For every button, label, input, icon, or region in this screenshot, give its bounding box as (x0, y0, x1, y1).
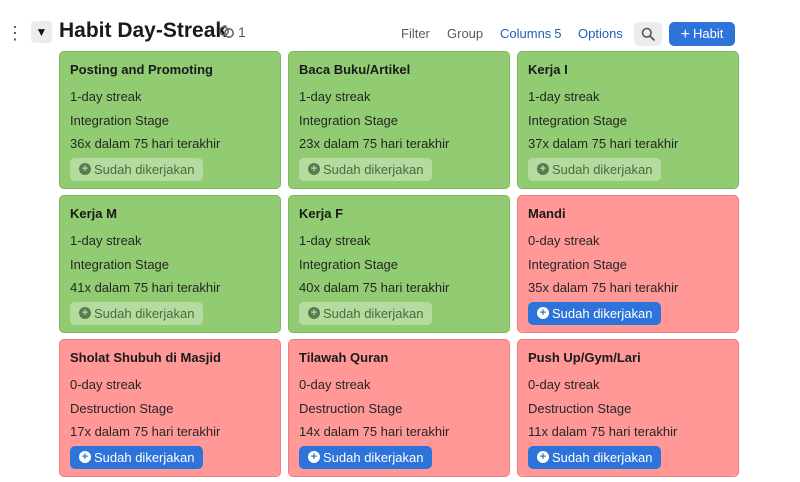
mark-done-button[interactable]: + Sudah dikerjakan (70, 302, 203, 325)
habit-card[interactable]: Posting and Promoting 1-day streak Integ… (59, 51, 281, 189)
mark-done-label: Sudah dikerjakan (552, 306, 653, 321)
view-header: ⋮ ▼ Habit Day-Streak 1 Filter Group Colu… (0, 0, 800, 50)
plus-circle-icon: + (308, 451, 320, 463)
mark-done-label: Sudah dikerjakan (94, 162, 195, 177)
plus-circle-icon: + (537, 451, 549, 463)
habit-title: Mandi (528, 206, 566, 221)
columns-count: 5 (554, 26, 562, 41)
mark-done-button[interactable]: + Sudah dikerjakan (70, 446, 203, 469)
columns-button[interactable]: Columns 5 (500, 26, 562, 41)
search-icon (641, 27, 655, 41)
habit-count: 36x dalam 75 hari terakhir (70, 136, 221, 151)
mark-done-label: Sudah dikerjakan (94, 306, 195, 321)
habit-stage: Integration Stage (299, 113, 399, 128)
habit-title: Sholat Shubuh di Masjid (70, 350, 221, 365)
plus-circle-icon: + (537, 307, 549, 319)
mark-done-button[interactable]: + Sudah dikerjakan (528, 302, 661, 325)
habit-title: Posting and Promoting (70, 62, 213, 77)
plus-circle-icon: + (537, 163, 549, 175)
mark-done-button[interactable]: + Sudah dikerjakan (299, 302, 432, 325)
habit-count: 37x dalam 75 hari terakhir (528, 136, 679, 151)
group-button[interactable]: Group (447, 26, 483, 41)
mark-done-button[interactable]: + Sudah dikerjakan (299, 446, 432, 469)
linked-views-count: 1 (238, 24, 246, 40)
plus-circle-icon: + (308, 307, 320, 319)
mark-done-label: Sudah dikerjakan (323, 450, 424, 465)
filter-button[interactable]: Filter (401, 26, 430, 41)
mark-done-button[interactable]: + Sudah dikerjakan (528, 158, 661, 181)
habit-count: 23x dalam 75 hari terakhir (299, 136, 450, 151)
habit-title: Kerja M (70, 206, 117, 221)
habit-streak: 0-day streak (70, 377, 142, 392)
mark-done-label: Sudah dikerjakan (323, 162, 424, 177)
habit-streak: 0-day streak (299, 377, 371, 392)
habit-card[interactable]: Tilawah Quran 0-day streak Destruction S… (288, 339, 510, 477)
habit-stage: Destruction Stage (70, 401, 174, 416)
habit-streak: 1-day streak (299, 89, 371, 104)
search-button[interactable] (634, 22, 662, 46)
habit-stage: Integration Stage (70, 257, 170, 272)
linked-views-icon[interactable] (218, 24, 236, 40)
habit-card[interactable]: Kerja F 1-day streak Integration Stage 4… (288, 195, 510, 333)
habit-title: Kerja I (528, 62, 568, 77)
columns-label: Columns (500, 26, 552, 41)
habit-card[interactable]: Sholat Shubuh di Masjid 0-day streak Des… (59, 339, 281, 477)
habit-count: 14x dalam 75 hari terakhir (299, 424, 450, 439)
new-habit-label: Habit (692, 26, 724, 41)
habit-card-grid: Posting and Promoting 1-day streak Integ… (59, 51, 739, 477)
habit-streak: 0-day streak (528, 377, 600, 392)
habit-streak: 0-day streak (528, 233, 600, 248)
mark-done-label: Sudah dikerjakan (94, 450, 195, 465)
mark-done-label: Sudah dikerjakan (552, 450, 653, 465)
habit-streak: 1-day streak (70, 89, 142, 104)
habit-card[interactable]: Kerja I 1-day streak Integration Stage 3… (517, 51, 739, 189)
collapse-toggle-button[interactable]: ▼ (31, 21, 52, 43)
mark-done-button[interactable]: + Sudah dikerjakan (70, 158, 203, 181)
mark-done-button[interactable]: + Sudah dikerjakan (528, 446, 661, 469)
habit-title: Baca Buku/Artikel (299, 62, 411, 77)
options-button[interactable]: Options (578, 26, 623, 41)
habit-title: Tilawah Quran (299, 350, 389, 365)
mark-done-button[interactable]: + Sudah dikerjakan (299, 158, 432, 181)
drag-handle-icon[interactable]: ⋮ (6, 22, 24, 44)
mark-done-label: Sudah dikerjakan (323, 306, 424, 321)
habit-count: 40x dalam 75 hari terakhir (299, 280, 450, 295)
habit-streak: 1-day streak (70, 233, 142, 248)
plus-circle-icon: + (79, 451, 91, 463)
plus-circle-icon: + (79, 307, 91, 319)
habit-stage: Integration Stage (528, 257, 628, 272)
habit-stage: Destruction Stage (528, 401, 632, 416)
habit-title: Kerja F (299, 206, 344, 221)
habit-card[interactable]: Kerja M 1-day streak Integration Stage 4… (59, 195, 281, 333)
habit-stage: Integration Stage (299, 257, 399, 272)
habit-stage: Integration Stage (70, 113, 170, 128)
habit-card[interactable]: Push Up/Gym/Lari 0-day streak Destructio… (517, 339, 739, 477)
habit-stage: Destruction Stage (299, 401, 403, 416)
habit-count: 41x dalam 75 hari terakhir (70, 280, 221, 295)
habit-stage: Integration Stage (528, 113, 628, 128)
mark-done-label: Sudah dikerjakan (552, 162, 653, 177)
page-title: Habit Day-Streak (59, 19, 228, 42)
habit-count: 35x dalam 75 hari terakhir (528, 280, 679, 295)
plus-icon: + (680, 26, 690, 43)
habit-card[interactable]: Mandi 0-day streak Integration Stage 35x… (517, 195, 739, 333)
habit-card[interactable]: Baca Buku/Artikel 1-day streak Integrati… (288, 51, 510, 189)
plus-circle-icon: + (308, 163, 320, 175)
new-habit-button[interactable]: + Habit (669, 22, 735, 46)
habit-count: 17x dalam 75 hari terakhir (70, 424, 221, 439)
habit-streak: 1-day streak (528, 89, 600, 104)
habit-title: Push Up/Gym/Lari (528, 350, 641, 365)
habit-count: 11x dalam 75 hari terakhir (528, 424, 678, 439)
plus-circle-icon: + (79, 163, 91, 175)
habit-streak: 1-day streak (299, 233, 371, 248)
